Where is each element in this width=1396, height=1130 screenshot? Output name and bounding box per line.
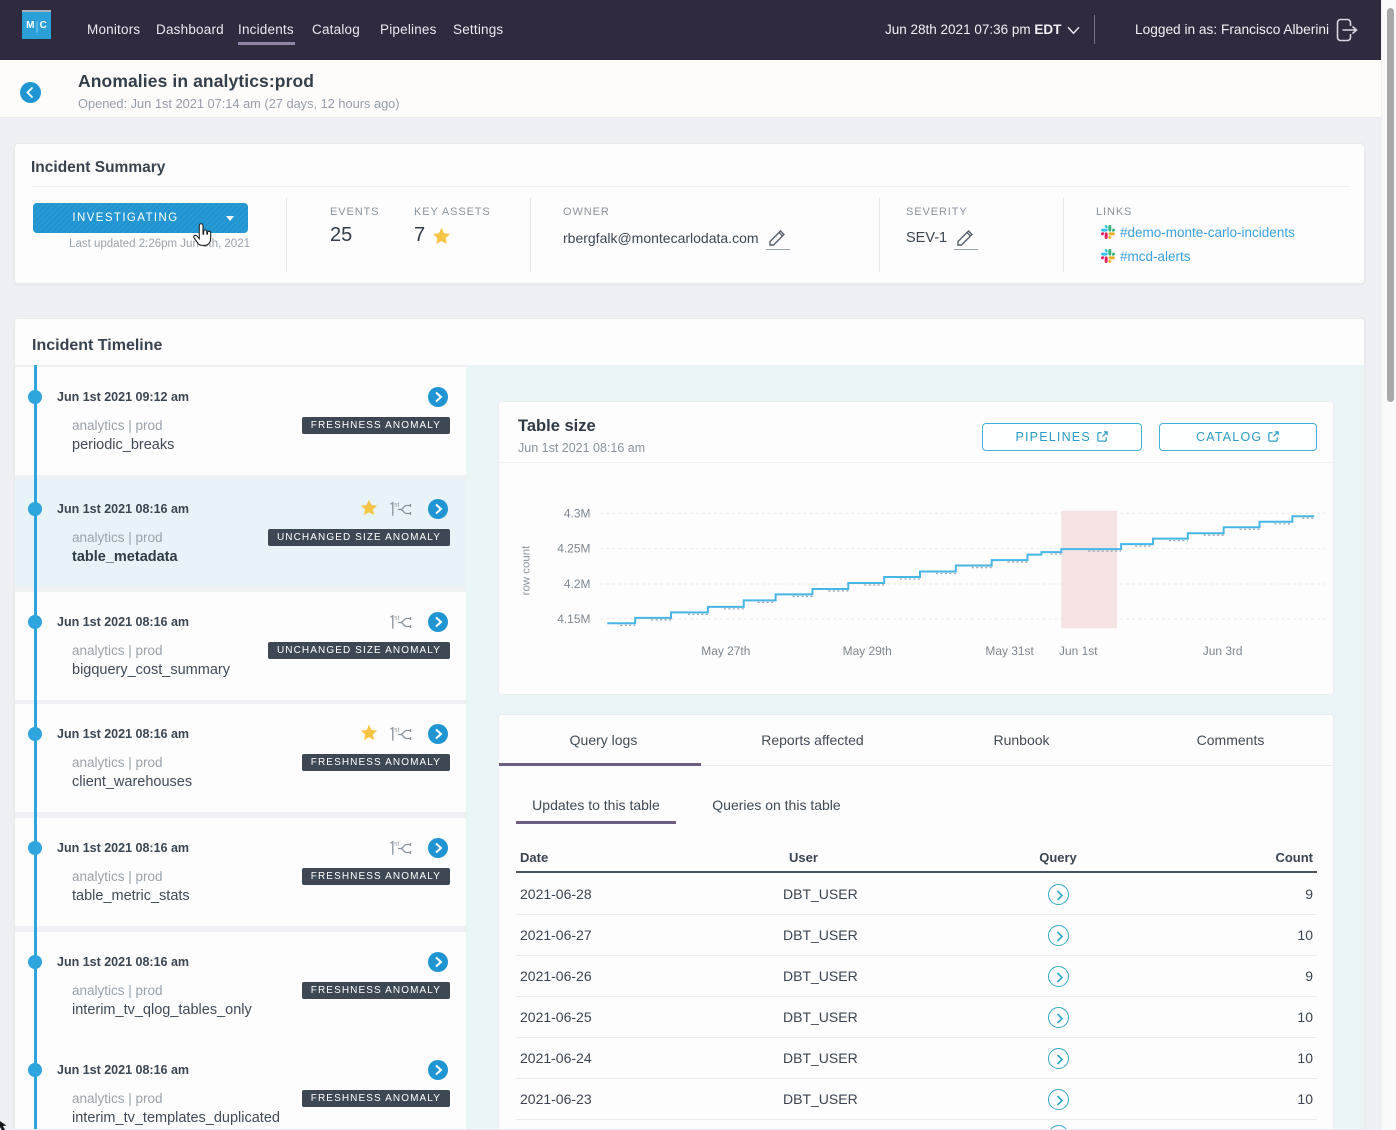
svg-text:st: st <box>394 502 399 509</box>
svg-text:4.2M: 4.2M <box>564 577 591 591</box>
svg-text:Jun 3rd: Jun 3rd <box>1203 644 1243 658</box>
svg-text:row count: row count <box>521 545 533 595</box>
svg-text:st: st <box>394 841 399 848</box>
svg-text:st: st <box>394 615 399 622</box>
svg-text:4.15M: 4.15M <box>557 612 590 626</box>
svg-text:4.3M: 4.3M <box>564 506 591 520</box>
svg-text:Jun 1st: Jun 1st <box>1059 644 1098 658</box>
svg-text:May 29th: May 29th <box>843 644 892 658</box>
svg-text:4.25M: 4.25M <box>557 542 590 556</box>
svg-text:May 27th: May 27th <box>701 644 750 658</box>
svg-text:st: st <box>394 727 399 734</box>
svg-text:May 31st: May 31st <box>985 644 1034 658</box>
